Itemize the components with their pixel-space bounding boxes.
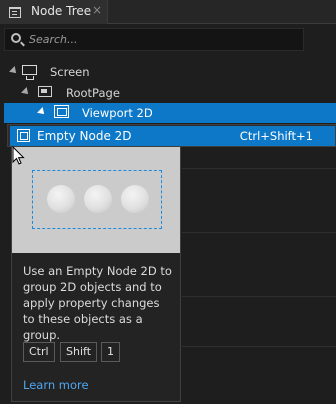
tooltip: Use an Empty Node 2D to group 2D objects… xyxy=(11,146,181,402)
expand-arrow-icon[interactable] xyxy=(37,107,47,117)
mouse-cursor-icon xyxy=(12,146,25,165)
key-ctrl: Ctrl xyxy=(23,342,55,362)
tree-item-label: Screen xyxy=(50,65,90,79)
empty-node-2d-icon xyxy=(17,129,30,142)
tree-item-screen[interactable]: Screen xyxy=(0,62,336,82)
expand-arrow-icon[interactable] xyxy=(9,66,19,76)
divider xyxy=(182,232,336,233)
search-icon xyxy=(11,33,21,43)
search-box xyxy=(4,28,304,51)
preview-sphere xyxy=(121,185,149,213)
viewport-2d-icon xyxy=(54,105,69,118)
search-input[interactable] xyxy=(29,31,299,48)
tree-item-viewport-2d[interactable]: Viewport 2D xyxy=(4,103,336,123)
node-tree-icon xyxy=(9,7,21,18)
expand-arrow-icon[interactable] xyxy=(21,87,31,97)
tab-node-tree[interactable]: Node Tree × xyxy=(0,0,108,24)
menu-item-label: Empty Node 2D xyxy=(37,129,132,143)
close-icon[interactable]: × xyxy=(92,3,102,17)
root-page-icon xyxy=(38,86,52,97)
menu-item-empty-node-2d[interactable]: Empty Node 2D Ctrl+Shift+1 xyxy=(10,126,335,146)
learn-more-link[interactable]: Learn more xyxy=(23,378,89,392)
empty-node-bounds xyxy=(32,170,162,229)
add-node-menu: Empty Node 2D Ctrl+Shift+1 xyxy=(7,124,336,147)
key-1: 1 xyxy=(101,342,120,362)
tooltip-preview-image xyxy=(12,147,180,253)
tooltip-description: Use an Empty Node 2D to group 2D objects… xyxy=(23,264,172,342)
divider xyxy=(182,168,336,169)
tree-item-rootpage[interactable]: RootPage xyxy=(0,83,336,103)
tab-bar: Node Tree × xyxy=(0,0,336,24)
screen-icon xyxy=(22,65,37,80)
preview-sphere xyxy=(47,185,75,213)
tree-item-label: Viewport 2D xyxy=(82,106,153,120)
divider xyxy=(182,346,336,347)
key-shift: Shift xyxy=(60,342,98,362)
menu-item-shortcut: Ctrl+Shift+1 xyxy=(239,129,313,143)
tab-label: Node Tree xyxy=(31,4,92,18)
tree-item-label: RootPage xyxy=(66,86,120,100)
divider xyxy=(182,296,336,297)
preview-sphere xyxy=(84,185,112,213)
